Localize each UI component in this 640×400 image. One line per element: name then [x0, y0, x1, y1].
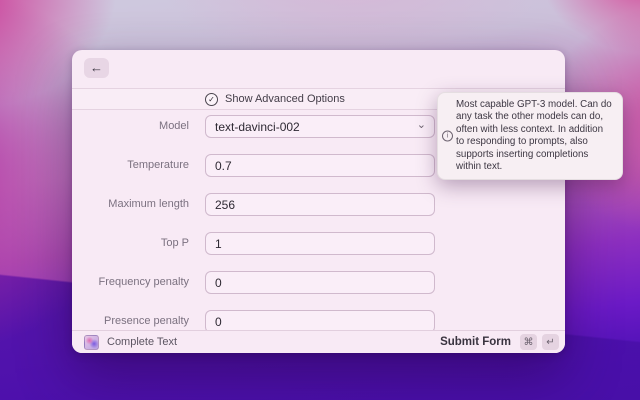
form-row-top-p: Top P 1: [72, 232, 565, 255]
back-button[interactable]: ←: [84, 58, 109, 78]
command-key-icon: ⌘: [520, 334, 537, 350]
frequency-penalty-label: Frequency penalty: [72, 271, 189, 294]
show-advanced-options-checkbox[interactable]: ✓: [205, 93, 218, 106]
show-advanced-options-label[interactable]: Show Advanced Options: [225, 93, 345, 105]
submit-form-label: Submit Form: [440, 336, 511, 348]
temperature-input[interactable]: 0.7: [205, 154, 435, 177]
submit-form-button[interactable]: Submit Form ⌘ ↵: [440, 334, 559, 350]
action-bar: Complete Text Submit Form ⌘ ↵: [72, 330, 565, 353]
temperature-value: 0.7: [215, 159, 232, 173]
form-row-maximum-length: Maximum length 256: [72, 193, 565, 216]
tooltip-text: Most capable GPT-3 model. Can do any tas…: [456, 99, 613, 173]
frequency-penalty-value: 0: [215, 276, 222, 290]
top-p-input[interactable]: 1: [205, 232, 435, 255]
info-icon: i: [442, 131, 453, 142]
temperature-label: Temperature: [72, 154, 189, 177]
model-label: Model: [72, 115, 189, 138]
desktop-wallpaper: ← ✓ Show Advanced Options Model text-dav…: [0, 0, 640, 400]
extension-icon: [84, 335, 99, 350]
top-p-label: Top P: [72, 232, 189, 255]
model-dropdown[interactable]: text-davinci-002 ⌄: [205, 115, 435, 138]
return-key-icon: ↵: [542, 334, 559, 350]
form-row-frequency-penalty: Frequency penalty 0: [72, 271, 565, 294]
window-header: ←: [72, 50, 565, 88]
maximum-length-label: Maximum length: [72, 193, 189, 216]
maximum-length-value: 256: [215, 198, 235, 212]
model-info-tooltip: i Most capable GPT-3 model. Can do any t…: [437, 92, 623, 180]
model-value: text-davinci-002: [215, 120, 300, 134]
command-title: Complete Text: [107, 336, 177, 348]
chevron-down-icon: ⌄: [417, 118, 426, 131]
top-p-value: 1: [215, 237, 222, 251]
presence-penalty-value: 0: [215, 315, 222, 329]
frequency-penalty-input[interactable]: 0: [205, 271, 435, 294]
maximum-length-input[interactable]: 256: [205, 193, 435, 216]
